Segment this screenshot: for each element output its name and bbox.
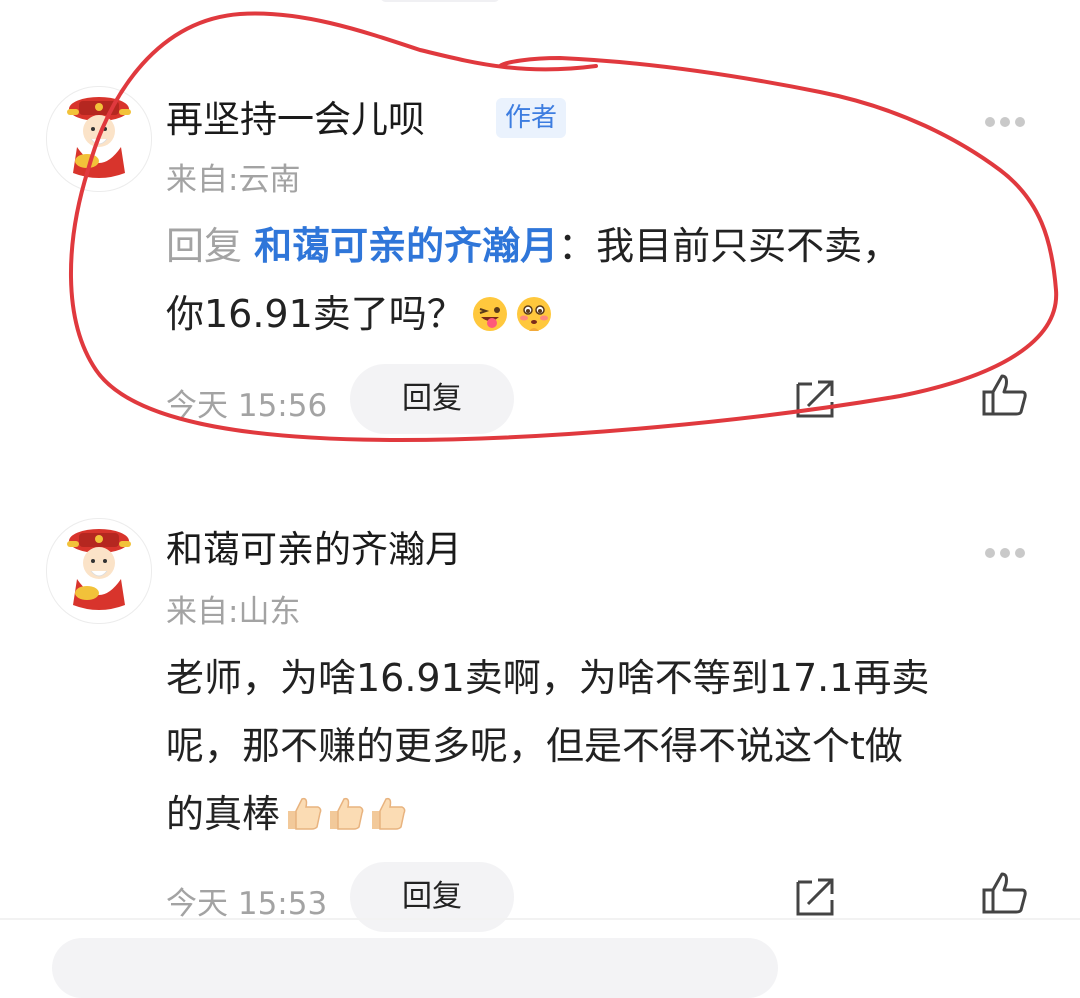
thumbs-up-emoji <box>284 795 322 831</box>
reply-button[interactable]: 回复 <box>350 862 514 932</box>
flushed-emoji <box>515 295 553 333</box>
comment-time: 今天 15:56 <box>166 388 328 424</box>
mention-link[interactable]: 和蔼可亲的齐瀚月 <box>254 224 558 268</box>
comment-input-bar[interactable] <box>52 938 778 998</box>
more-icon <box>985 548 995 558</box>
more-options-button[interactable] <box>985 543 1035 558</box>
comment-body: 老师，为啥16.91卖啊，为啥不等到17.1再卖 呢，那不赚的更多呢，但是不得不… <box>166 644 1046 848</box>
avatar[interactable] <box>46 86 152 192</box>
like-icon[interactable] <box>982 870 1028 916</box>
share-icon[interactable] <box>794 376 838 420</box>
author-badge: 作者 <box>496 98 566 138</box>
more-icon <box>985 117 995 127</box>
avatar[interactable] <box>46 518 152 624</box>
comment-location: 来自:云南 <box>166 162 301 198</box>
comment-body: 回复 和蔼可亲的齐瀚月：我目前只买不卖， 你16.91卖了吗？ <box>166 212 1046 348</box>
comment-text-1: ：我目前只买不卖， <box>558 224 901 268</box>
reply-button[interactable]: 回复 <box>350 364 514 434</box>
comment-username[interactable]: 再坚持一会儿呗 <box>166 96 425 144</box>
thumbs-up-emoji <box>368 795 406 831</box>
comment-line-1: 回复 和蔼可亲的齐瀚月：我目前只买不卖， <box>166 212 1046 280</box>
comment-line-1: 老师，为啥16.91卖啊，为啥不等到17.1再卖 <box>166 656 930 700</box>
comment-username[interactable]: 和蔼可亲的齐瀚月 <box>166 526 462 574</box>
more-options-button[interactable] <box>985 112 1035 127</box>
like-icon[interactable] <box>982 372 1028 418</box>
caishen-avatar-icon <box>67 529 131 610</box>
winking-tongue-emoji <box>471 295 509 333</box>
thumbs-up-emoji <box>326 795 364 831</box>
comment-line-2: 呢，那不赚的更多呢，但是不得不说这个t做 <box>166 724 903 768</box>
top-tab-stub <box>380 0 500 2</box>
comment-location: 来自:山东 <box>166 594 301 630</box>
comment-time: 今天 15:53 <box>166 886 328 922</box>
share-icon[interactable] <box>794 874 838 918</box>
comment-text-3: 的真棒 <box>166 792 281 836</box>
comment-line-2: 你16.91卖了吗？ <box>166 280 1046 348</box>
bottom-divider <box>0 918 1080 920</box>
caishen-avatar-icon <box>67 97 131 178</box>
comment-line-3: 的真棒 <box>166 780 1046 848</box>
comment-text-2: 你16.91卖了吗？ <box>166 292 465 336</box>
reply-prefix: 回复 <box>166 224 243 268</box>
